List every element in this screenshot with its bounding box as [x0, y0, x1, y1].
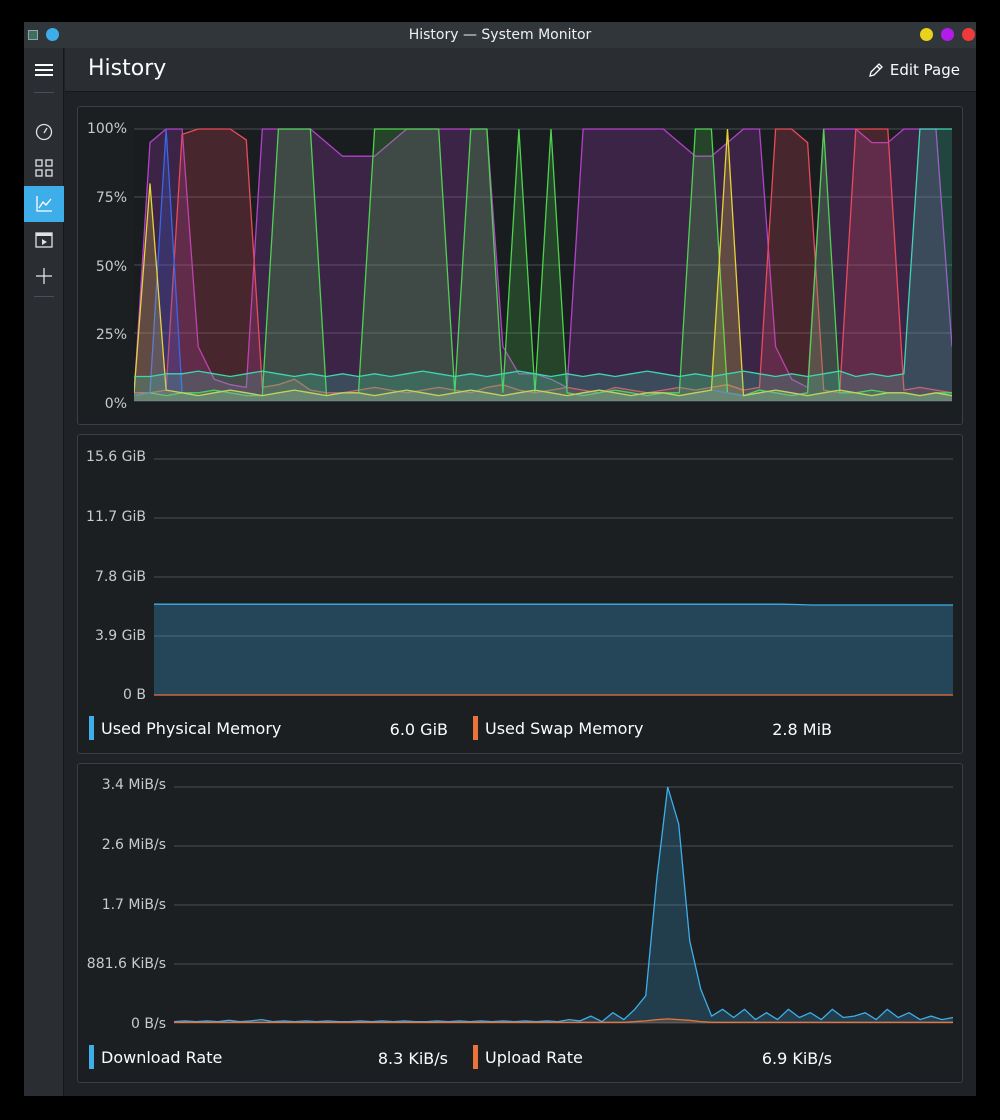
- legend-item-swap-memory: Used Swap Memory: [473, 716, 644, 740]
- system-monitor-window: History — System Monitor History Edit Pa…: [24, 22, 976, 1096]
- cpu-chart: [134, 128, 952, 402]
- y-tick-label: 11.7 GiB: [86, 509, 146, 525]
- legend-value: 6.9 KiB/s: [761, 1049, 832, 1068]
- sidebar-item-history[interactable]: [24, 186, 64, 222]
- grid-icon: [35, 159, 53, 177]
- series-line-0: [174, 786, 953, 1023]
- window-title: History — System Monitor: [408, 27, 592, 43]
- pencil-icon: [868, 63, 883, 77]
- legend-swatch: [473, 1045, 478, 1069]
- series-area-0: [154, 604, 953, 695]
- y-tick-label: 0 B/s: [131, 1016, 166, 1032]
- y-tick-label: 15.6 GiB: [86, 449, 146, 465]
- legend-swatch: [89, 1045, 94, 1069]
- legend-item-physical-memory: Used Physical Memory: [89, 716, 281, 740]
- legend-value: 2.8 MiB: [772, 720, 832, 739]
- sidebar-item-applications[interactable]: [24, 150, 64, 186]
- sidebar: [24, 48, 64, 1096]
- y-tick-label: 100%: [86, 121, 127, 137]
- page-title: History: [88, 56, 167, 81]
- y-tick-label: 0 B: [123, 687, 146, 703]
- y-tick-label: 1.7 MiB/s: [101, 897, 166, 913]
- chart-icon: [36, 196, 52, 212]
- network-legend: Download Rate 8.3 KiB/s Upload Rate 6.9 …: [78, 1045, 964, 1075]
- memory-legend: Used Physical Memory 6.0 GiB Used Swap M…: [78, 716, 964, 746]
- legend-label: Used Physical Memory: [101, 718, 282, 738]
- y-tick-label: 3.4 MiB/s: [101, 777, 166, 793]
- menu-button[interactable]: [24, 52, 64, 88]
- hamburger-icon: [35, 64, 53, 76]
- maximize-button[interactable]: [941, 28, 954, 41]
- add-page-button[interactable]: [24, 258, 64, 294]
- legend-label: Upload Rate: [485, 1047, 583, 1067]
- sidebar-item-processes[interactable]: [24, 222, 64, 258]
- edit-page-button[interactable]: Edit Page: [868, 57, 960, 83]
- title-bar[interactable]: History — System Monitor: [24, 22, 976, 48]
- legend-swatch: [89, 716, 94, 740]
- legend-item-upload-rate: Upload Rate: [473, 1045, 583, 1069]
- y-tick-label: 3.9 GiB: [94, 628, 146, 644]
- legend-swatch: [473, 716, 478, 740]
- y-tick-label: 50%: [95, 259, 127, 275]
- legend-value: 6.0 GiB: [389, 720, 448, 739]
- network-chart: [174, 786, 953, 1024]
- edit-page-label: Edit Page: [889, 61, 960, 79]
- legend-label: Download Rate: [101, 1047, 223, 1067]
- y-tick-label: 0%: [104, 396, 127, 412]
- y-tick-label: 75%: [95, 190, 127, 206]
- y-tick-label: 2.6 MiB/s: [101, 837, 166, 853]
- legend-item-download-rate: Download Rate: [89, 1045, 222, 1069]
- window-play-icon: [35, 232, 53, 248]
- page-header: History Edit Page: [65, 48, 976, 92]
- minimize-button[interactable]: [920, 28, 933, 41]
- gauge-icon: [35, 123, 53, 141]
- y-tick-label: 881.6 KiB/s: [86, 956, 166, 972]
- y-tick-label: 7.8 GiB: [94, 569, 146, 585]
- cpu-history-panel: 100% 75% 50% 25% 0%: [77, 106, 963, 425]
- y-tick-label: 25%: [95, 327, 127, 343]
- close-button[interactable]: [962, 28, 975, 41]
- network-history-panel: 3.4 MiB/s 2.6 MiB/s 1.7 MiB/s 881.6 KiB/…: [77, 763, 963, 1083]
- legend-label: Used Swap Memory: [485, 718, 644, 738]
- sidebar-item-overview[interactable]: [24, 114, 64, 150]
- memory-history-panel: 15.6 GiB 11.7 GiB 7.8 GiB 3.9 GiB 0 B Us…: [77, 434, 963, 754]
- plus-icon: [36, 268, 52, 284]
- legend-value: 8.3 KiB/s: [377, 1049, 448, 1068]
- memory-chart: [154, 458, 953, 696]
